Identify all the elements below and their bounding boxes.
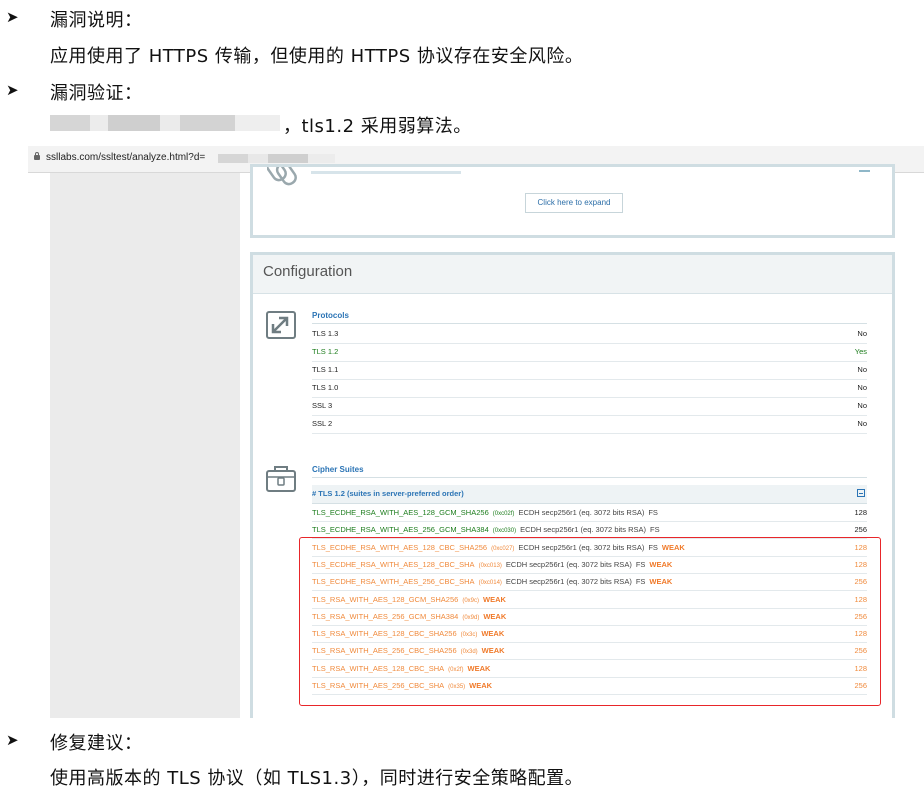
collapse-icon[interactable] bbox=[857, 489, 865, 497]
vuln-verify-text: ，tls1.2 采用弱算法。 bbox=[283, 116, 472, 137]
protocol-name: TLS 1.1 bbox=[312, 365, 339, 374]
vuln-verify-label: 漏洞验证： bbox=[50, 83, 143, 104]
key-exchange: ECDH secp256r1 (eq. 3072 bits RSA) bbox=[518, 508, 645, 517]
protocol-name: TLS 1.2 bbox=[312, 347, 339, 356]
redacted-url bbox=[218, 154, 335, 163]
cert-paths-title bbox=[311, 171, 461, 174]
config-title: Configuration bbox=[263, 263, 353, 280]
protocol-support: No bbox=[857, 329, 867, 338]
protocol-row: TLS 1.3 No bbox=[312, 325, 867, 344]
certification-paths-panel: Click here to expand bbox=[250, 164, 895, 238]
protocols-title: Protocols bbox=[312, 311, 349, 320]
resize-arrows-icon bbox=[266, 311, 296, 339]
protocol-support: No bbox=[857, 365, 867, 374]
forward-secrecy: FS bbox=[650, 525, 660, 535]
key-bits: 256 bbox=[854, 525, 867, 535]
forward-secrecy: FS bbox=[648, 508, 658, 517]
key-bits: 128 bbox=[854, 508, 867, 517]
divider bbox=[312, 323, 867, 324]
protocol-name: SSL 3 bbox=[312, 401, 333, 410]
cipher-suite-name: TLS_ECDHE_RSA_WITH_AES_128_GCM_SHA256 bbox=[312, 508, 489, 517]
protocol-row: TLS 1.2 Yes bbox=[312, 343, 867, 362]
vuln-desc-text: 应用使用了 HTTPS 传输，但使用的 HTTPS 协议存在安全风险。 bbox=[50, 46, 584, 67]
protocol-name: TLS 1.3 bbox=[312, 329, 339, 338]
cipher-suite-desc: TLS_ECDHE_RSA_WITH_AES_128_GCM_SHA256 (0x… bbox=[312, 504, 662, 523]
weak-suites-highlight bbox=[299, 537, 881, 706]
url-text: ssllabs.com/ssltest/analyze.html?d= bbox=[46, 152, 206, 163]
redacted-domain bbox=[50, 115, 280, 131]
arrow-bullet-icon: ➤ bbox=[6, 81, 19, 99]
cipher-suite-code: (0xc030) bbox=[492, 528, 517, 535]
protocol-row: TLS 1.1 No bbox=[312, 361, 867, 380]
protocol-row: TLS 1.0 No bbox=[312, 379, 867, 398]
vuln-desc-label: 漏洞说明： bbox=[50, 10, 143, 31]
tls12-header-text: # TLS 1.2 (suites in server-preferred or… bbox=[312, 489, 464, 498]
protocol-row: SSL 3 No bbox=[312, 397, 867, 416]
expand-button[interactable]: Click here to expand bbox=[525, 193, 623, 213]
fix-advice-text: 使用高版本的 TLS 协议（如 TLS1.3），同时进行安全策略配置。 bbox=[50, 768, 584, 789]
fix-advice-label: 修复建议： bbox=[50, 733, 143, 754]
lockbox-icon bbox=[266, 466, 296, 492]
cipher-suite-name: TLS_ECDHE_RSA_WITH_AES_256_GCM_SHA384 bbox=[312, 525, 489, 535]
protocol-support: Yes bbox=[854, 347, 867, 356]
key-exchange: ECDH secp256r1 (eq. 3072 bits RSA) bbox=[520, 525, 646, 535]
cipher-suite-row: TLS_ECDHE_RSA_WITH_AES_128_GCM_SHA256 (0x… bbox=[312, 504, 867, 522]
protocol-row: SSL 2 No bbox=[312, 415, 867, 434]
arrow-bullet-icon: ➤ bbox=[6, 8, 19, 26]
lock-icon bbox=[34, 152, 40, 160]
protocol-support: No bbox=[857, 401, 867, 410]
protocol-name: TLS 1.0 bbox=[312, 383, 339, 392]
ssllabs-screenshot: ssllabs.com/ssltest/analyze.html?d= Clic… bbox=[28, 146, 924, 718]
left-gray-area bbox=[50, 173, 240, 718]
protocol-support: No bbox=[857, 383, 867, 392]
tls12-suites-header[interactable]: # TLS 1.2 (suites in server-preferred or… bbox=[312, 485, 867, 504]
chain-link-icon bbox=[267, 167, 297, 186]
cipher-suite-code: (0xc02f) bbox=[492, 511, 515, 517]
protocol-support: No bbox=[857, 419, 867, 428]
protocol-name: SSL 2 bbox=[312, 419, 333, 428]
collapse-icon[interactable] bbox=[859, 170, 870, 172]
arrow-bullet-icon: ➤ bbox=[6, 731, 19, 749]
divider bbox=[312, 477, 867, 478]
cipher-suites-title: Cipher Suites bbox=[312, 465, 364, 474]
